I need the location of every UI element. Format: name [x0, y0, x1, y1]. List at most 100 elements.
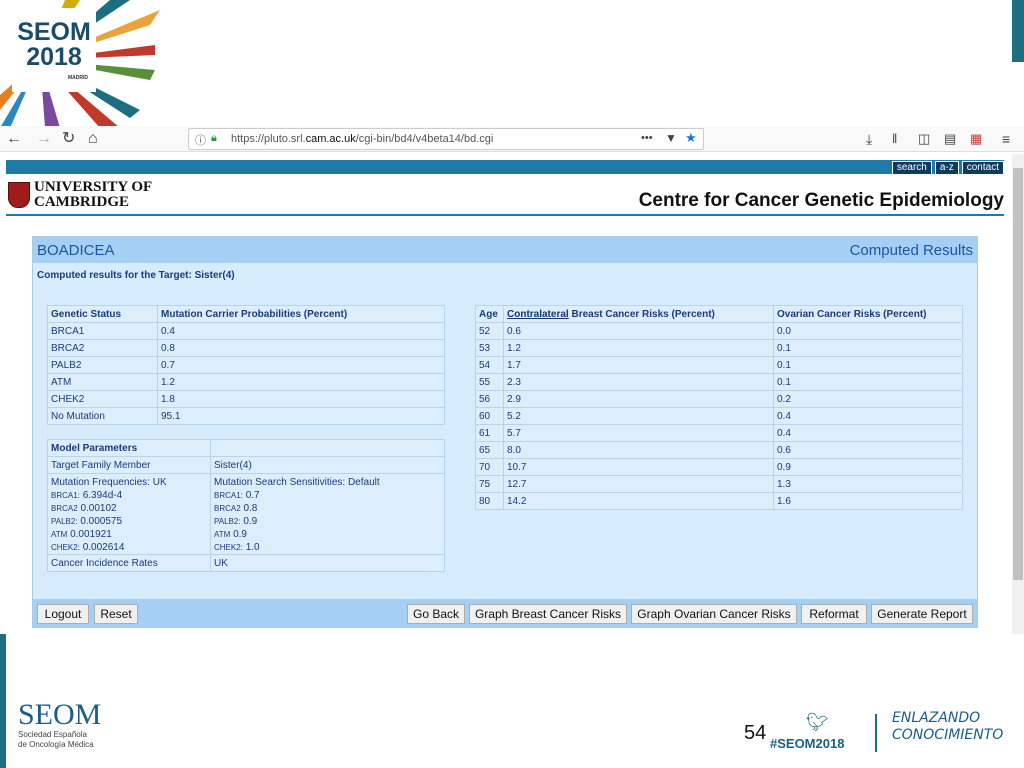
table-cell: 0.6	[503, 322, 774, 340]
url-bar[interactable]: ⓘ 🔒︎ https://pluto.srl.cam.ac.uk/cgi-bin…	[188, 128, 704, 150]
table-cell: 5.2	[503, 407, 774, 425]
reformat-button[interactable]: Reformat	[801, 604, 867, 624]
page-actions-icon[interactable]: •••	[641, 132, 653, 144]
table-header-row: Model Parameters	[47, 439, 445, 457]
footer-divider	[875, 714, 877, 752]
reload-icon[interactable]: ↻	[62, 128, 75, 150]
forward-arrow-icon[interactable]: →	[36, 128, 52, 150]
sidebar-icon[interactable]: ◫	[918, 128, 930, 150]
panel-title: BOADICEA	[37, 242, 115, 259]
table-cell: 0.9	[773, 458, 963, 476]
home-icon[interactable]: ⌂	[88, 128, 98, 150]
scrollbar-thumb[interactable]	[1013, 168, 1023, 580]
table-cell: 55	[475, 373, 504, 391]
logout-button[interactable]: Logout	[37, 604, 89, 624]
sens-item: CHEK2: 1.0	[214, 541, 441, 554]
table-cell: BRCA1	[47, 322, 158, 340]
university-name: UNIVERSITY OF CAMBRIDGE	[34, 180, 152, 210]
graph-ovarian-risks-button[interactable]: Graph Ovarian Cancer Risks	[631, 604, 797, 624]
freq-gene: BRCA2	[51, 504, 78, 513]
table-cell: 2.3	[503, 373, 774, 391]
event-hashtag: #SEOM2018	[770, 736, 845, 751]
table-row: 80 14.2 1.6	[475, 492, 963, 510]
table-row: 54 1.7 0.1	[475, 356, 963, 374]
freq-item: BRCA2 0.00102	[51, 502, 207, 515]
centre-title: Centre for Cancer Genetic Epidemiology	[638, 190, 1004, 211]
column-header-empty	[210, 439, 445, 457]
menu-icon[interactable]: ≡	[1002, 128, 1010, 150]
table-cell: 0.4	[773, 424, 963, 442]
table-cell: 1.7	[503, 356, 774, 374]
column-header: Model Parameters	[47, 439, 211, 457]
table-row: CHEK2 1.8	[47, 390, 445, 408]
right-accent-bar	[1012, 0, 1024, 62]
header-rule	[6, 214, 1004, 216]
page-scrollbar[interactable]	[1012, 154, 1024, 634]
column-header: Mutation Carrier Probabilities (Percent)	[157, 305, 445, 323]
browser-window: ← → ↻ ⌂ ⓘ 🔒︎ https://pluto.srl.cam.ac.uk…	[0, 126, 1024, 634]
table-cell: 2.9	[503, 390, 774, 408]
reader-view-icon[interactable]: ▤	[944, 128, 956, 150]
table-cell: 0.1	[773, 373, 963, 391]
table-header-row: Age Contralateral Breast Cancer Risks (P…	[475, 305, 963, 323]
quick-link-search[interactable]: search	[891, 161, 932, 175]
go-back-button[interactable]: Go Back	[407, 604, 465, 624]
contralateral-link[interactable]: Contralateral	[507, 309, 569, 320]
search-sensitivities-cell: Mutation Search Sensitivities: Default B…	[210, 473, 445, 555]
table-row: 75 12.7 1.3	[475, 475, 963, 493]
pocket-icon[interactable]: ▼	[665, 131, 677, 145]
boadicea-panel: BOADICEA Computed Results Computed resul…	[32, 236, 978, 628]
cambridge-shield-icon	[8, 182, 30, 208]
seom-logo-burst: SEOM 2018 MADRID	[0, 0, 160, 128]
slide-page-number: 54	[744, 722, 767, 744]
logo-line2: 2018	[26, 42, 82, 71]
reset-button[interactable]: Reset	[94, 604, 138, 624]
panel-header: BOADICEA Computed Results	[33, 237, 977, 263]
sens-item: BRCA2 0.8	[214, 502, 441, 515]
freq-value: 0.001921	[70, 529, 112, 540]
download-icon[interactable]: ⤓	[866, 128, 872, 150]
table-cell: CHEK2	[47, 390, 158, 408]
extension-icon[interactable]: ▦	[970, 128, 982, 150]
panel-right-title: Computed Results	[849, 242, 973, 259]
sens-gene: PALB2:	[214, 517, 241, 526]
sens-gene: BRCA2	[214, 504, 241, 513]
library-icon[interactable]: ‖	[892, 128, 897, 150]
graph-breast-risks-button[interactable]: Graph Breast Cancer Risks	[469, 604, 627, 624]
freq-value: 0.000575	[80, 516, 123, 527]
url-text[interactable]: https://pluto.srl.cam.ac.uk/cgi-bin/bd4/…	[231, 133, 493, 145]
sens-value: 0.7	[245, 490, 260, 501]
quick-link-contact[interactable]: contact	[961, 161, 1004, 175]
generate-report-button[interactable]: Generate Report	[871, 604, 973, 624]
freq-gene: CHEK2:	[51, 543, 80, 552]
table-cell: 0.7	[157, 356, 445, 374]
column-header: Contralateral Breast Cancer Risks (Perce…	[503, 305, 774, 323]
sens-item: ATM 0.9	[214, 528, 441, 541]
sens-value: 0.9	[233, 529, 247, 540]
table-cell: ATM	[47, 373, 158, 391]
sens-item: PALB2: 0.9	[214, 515, 441, 528]
sens-value: 0.9	[243, 516, 258, 527]
site-top-stripe	[6, 160, 1004, 174]
bookmark-star-icon[interactable]: ★	[685, 130, 697, 146]
table-row: PALB2 0.7	[47, 356, 445, 374]
table-cell: 95.1	[157, 407, 445, 425]
university-line2: CAMBRIDGE	[34, 194, 130, 210]
table-cell: 14.2	[503, 492, 774, 510]
back-arrow-icon[interactable]: ←	[6, 128, 22, 150]
table-cell: 0.8	[157, 339, 445, 357]
footer-brand: SEOM	[18, 698, 102, 731]
table-cell: Target Family Member	[47, 456, 211, 474]
sens-gene: ATM	[214, 530, 231, 539]
table-cell: 70	[475, 458, 504, 476]
table-header-row: Genetic Status Mutation Carrier Probabil…	[47, 305, 445, 323]
info-icon[interactable]: ⓘ	[195, 132, 206, 148]
slogan-line1: ENLAZANDO	[892, 710, 981, 726]
quick-link-a-z[interactable]: a-z	[934, 161, 959, 175]
mutation-frequencies-cell: Mutation Frequencies: UK BRCA1: 6.394d-4…	[47, 473, 211, 555]
target-line: Computed results for the Target: Sister(…	[37, 270, 235, 281]
table-cell: 52	[475, 322, 504, 340]
university-logo[interactable]: UNIVERSITY OF CAMBRIDGE	[8, 180, 152, 210]
table-cell: 80	[475, 492, 504, 510]
model-parameters-table: Model Parameters Target Family Member Si…	[47, 439, 445, 572]
